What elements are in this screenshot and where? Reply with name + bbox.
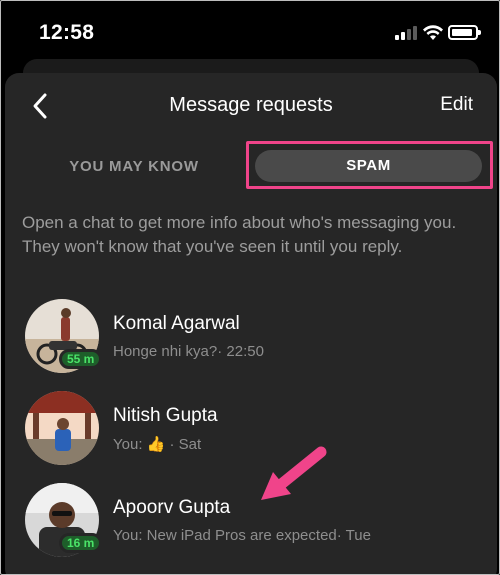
wifi-icon (423, 25, 443, 40)
tab-spam[interactable]: SPAM (255, 150, 482, 182)
tab-you-may-know[interactable]: YOU MAY KNOW (45, 158, 223, 175)
preview-prefix: You: (113, 436, 143, 453)
message-preview: You: 👍 · Sat (113, 435, 201, 453)
info-text: Open a chat to get more info about who's… (22, 213, 457, 256)
contact-name: Nitish Gupta (113, 405, 218, 426)
pointer-arrow-icon (261, 446, 327, 500)
message-preview: Honge nhi kya?· 22:50 (113, 343, 264, 360)
conversation-row[interactable]: 16 m Apoorv Gupta You: New iPad Pros are… (5, 483, 497, 563)
contact-name: Apoorv Gupta (113, 497, 231, 518)
page-title: Message requests (169, 94, 333, 116)
status-bar: 12:58 (1, 1, 499, 61)
battery-icon (448, 25, 481, 40)
active-time-badge: 16 m (59, 533, 103, 553)
message-preview: You: New iPad Pros are expected· Tue (113, 527, 371, 544)
conversation-row[interactable]: Nitish Gupta You: 👍 · Sat (5, 391, 497, 471)
contact-name: Komal Agarwal (113, 313, 240, 334)
conversation-row[interactable]: 55 m Komal Agarwal Honge nhi kya?· 22:50 (5, 299, 497, 379)
avatar (25, 391, 99, 465)
active-time-badge: 55 m (59, 349, 103, 369)
message-requests-sheet: Message requests Edit YOU MAY KNOW SPAM … (5, 73, 497, 574)
edit-button[interactable]: Edit (440, 94, 473, 116)
status-time: 12:58 (39, 21, 95, 44)
preview-suffix: · Sat (169, 436, 202, 453)
thumbs-up-emoji: 👍 (146, 435, 166, 453)
cellular-signal-icon (395, 26, 417, 40)
phone-screen: 12:58 Message requests Edit YOU MAY KNOW… (0, 0, 500, 575)
